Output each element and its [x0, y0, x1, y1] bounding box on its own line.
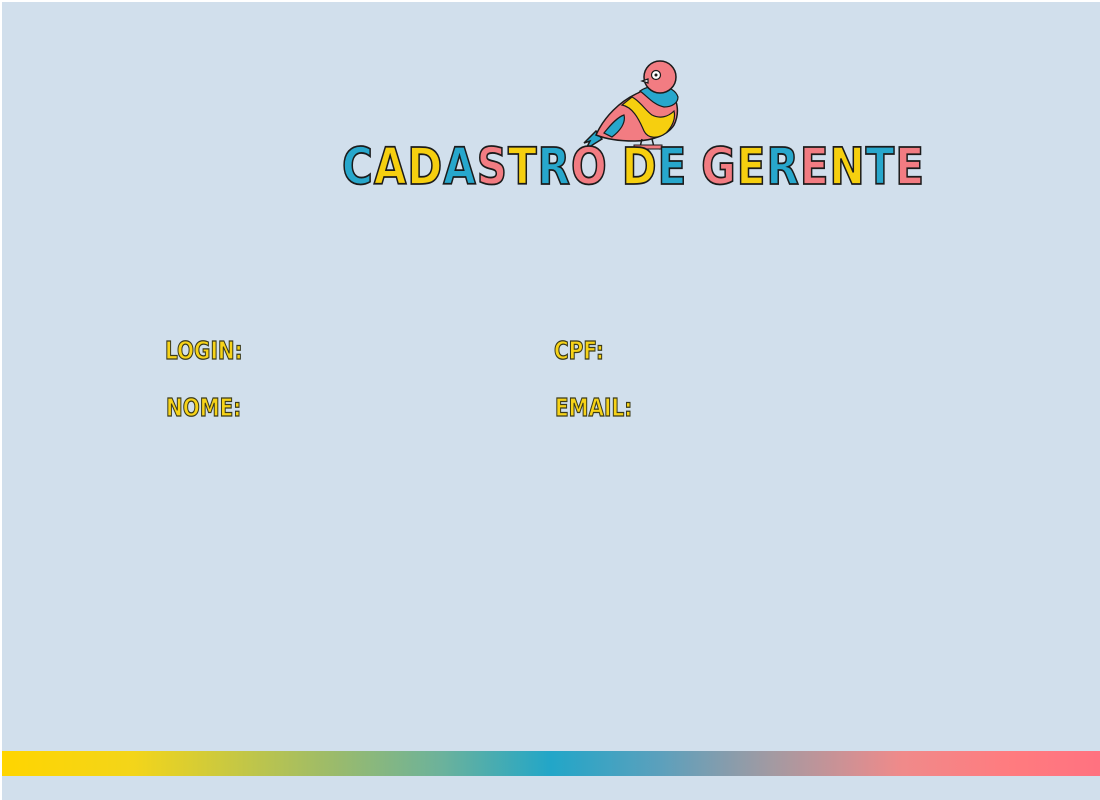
title-letter: E: [799, 136, 830, 197]
title-letter: D: [407, 136, 444, 197]
nome-label: NOME:: [165, 391, 242, 422]
email-input[interactable]: [642, 395, 926, 423]
page-header: CADASTRO DE GERENTE: [341, 57, 925, 202]
page-title: CADASTRO DE GERENTE: [341, 136, 925, 197]
title-letter: T: [507, 136, 538, 197]
login-label: LOGIN:: [165, 334, 244, 365]
title-letter: D: [621, 136, 658, 197]
email-label: EMAIL:: [554, 391, 633, 422]
title-letter: R: [537, 136, 571, 197]
title-letter: C: [341, 136, 374, 197]
login-input[interactable]: [247, 338, 531, 366]
register-manager-window: CADASTRO DE GERENTE LOGIN: CPF: NOME: EM…: [2, 2, 1100, 800]
title-letter: E: [657, 136, 688, 197]
title-letter: [687, 137, 701, 196]
title-letter: T: [865, 136, 896, 197]
title-letter: R: [766, 136, 800, 197]
title-letter: O: [570, 136, 608, 197]
title-letter: N: [829, 136, 866, 197]
rainbow-footer-bar: [2, 751, 1100, 776]
title-letter: A: [373, 136, 408, 197]
title-letter: A: [442, 136, 477, 197]
title-letter: E: [736, 136, 767, 197]
title-letter: G: [701, 136, 737, 197]
title-letter: S: [476, 136, 508, 197]
title-letter: E: [895, 136, 926, 197]
nome-input[interactable]: [247, 395, 531, 423]
cpf-label: CPF:: [554, 334, 605, 365]
title-letter: [608, 137, 622, 196]
cpf-input[interactable]: [617, 338, 901, 366]
